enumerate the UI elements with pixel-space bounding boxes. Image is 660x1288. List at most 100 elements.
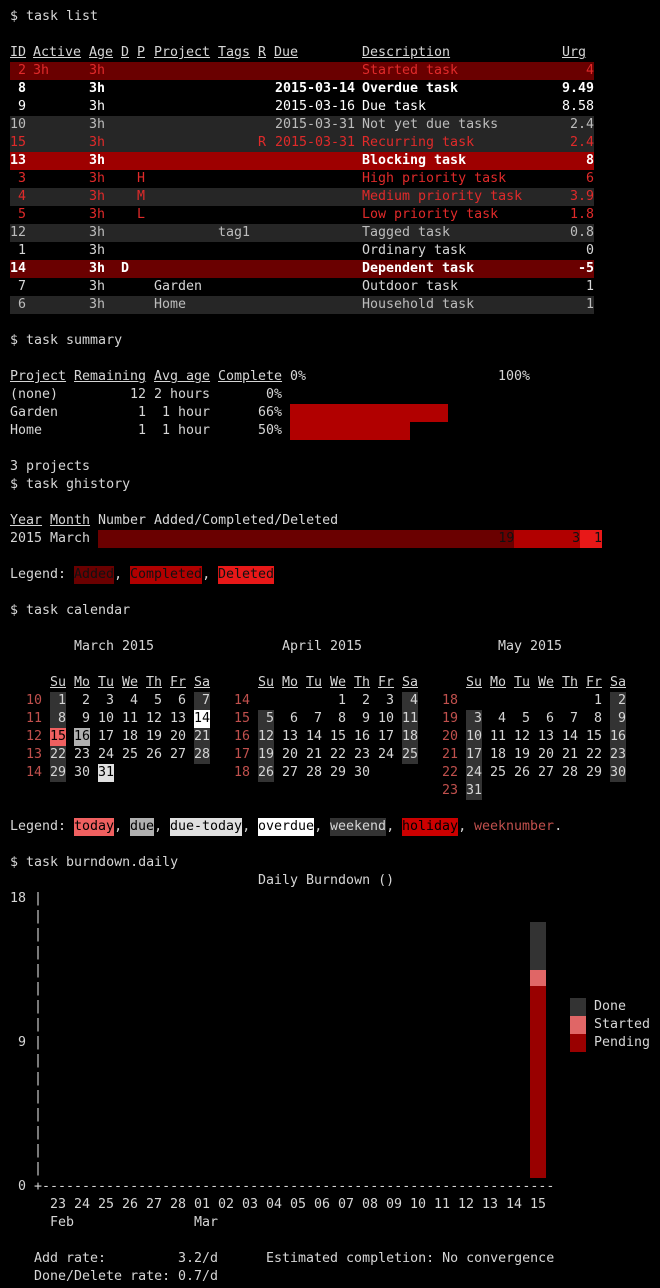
burndown-x-tick: 06: [314, 1197, 331, 1212]
burndown-legend-swatch-pending: [570, 1034, 586, 1052]
calendar-legend-holiday: holiday: [402, 818, 459, 836]
task-active: 3h: [33, 63, 50, 78]
list-header-tags: Tags: [218, 45, 251, 60]
list-header-r: R: [258, 45, 267, 60]
calendar-day: 23: [353, 747, 370, 762]
calendar-day: 9: [617, 711, 626, 726]
task-description: Ordinary task: [362, 243, 467, 258]
calendar-day: 22: [49, 747, 66, 762]
burndown-legend-done: Done: [594, 999, 627, 1014]
calendar-day: 3: [473, 711, 482, 726]
calendar-day-header: Th: [354, 675, 371, 690]
calendar-day: 12: [257, 729, 274, 744]
legend-separator: ,: [154, 819, 163, 834]
summary-remaining: 1: [137, 405, 146, 420]
calendar-day: 22: [329, 747, 346, 762]
task-urgency: 0: [585, 243, 594, 258]
calendar-legend-weekend: weekend: [330, 818, 387, 836]
burndown-y-tick: 0: [17, 1179, 26, 1194]
burndown-x-tick: 14: [506, 1197, 523, 1212]
task-urgency: 4: [585, 63, 594, 78]
summary-scale-100: 100%: [498, 369, 531, 384]
task-description: Dependent task: [362, 261, 475, 276]
calendar-week-number: 12: [25, 729, 42, 744]
task-id: 1: [17, 243, 26, 258]
burndown-x-tick: 23: [50, 1197, 67, 1212]
task-priority: H: [137, 171, 146, 186]
list-header-id: ID: [10, 45, 27, 60]
task-due: 2015-03-16: [274, 99, 355, 114]
calendar-day: 8: [57, 711, 66, 726]
legend-separator: .: [554, 819, 563, 834]
task-urgency: 2.4: [569, 135, 594, 150]
calendar-day: 6: [545, 711, 554, 726]
task-urgency: 1: [585, 297, 594, 312]
legend-separator: ,: [386, 819, 395, 834]
calendar-day: 16: [73, 729, 90, 744]
burndown-y-tick: 9: [17, 1035, 26, 1050]
calendar-day-header: Mo: [74, 675, 91, 690]
calendar-day-header: Tu: [98, 675, 115, 690]
calendar-day: 13: [537, 729, 554, 744]
burndown-x-tick: 26: [122, 1197, 139, 1212]
calendar-day: 14: [561, 729, 578, 744]
calendar-day-header: We: [538, 675, 555, 690]
calendar-day: 10: [97, 711, 114, 726]
calendar-week-number: 10: [25, 693, 42, 708]
list-header-active: Active: [33, 45, 82, 60]
task-id: 7: [17, 279, 26, 294]
task-urgency: 1.8: [569, 207, 594, 222]
ghistory-legend-label: Legend:: [10, 567, 67, 582]
calendar-day: 15: [49, 729, 66, 744]
task-urgency: 8.58: [561, 99, 594, 114]
calendar-day: 25: [401, 747, 418, 762]
burndown-x-tick: 15: [530, 1197, 547, 1212]
calendar-day: 30: [353, 765, 370, 780]
task-description: Blocking task: [362, 153, 467, 168]
calendar-day-header: Mo: [490, 675, 507, 690]
task-description: Due task: [362, 99, 427, 114]
task-description: Medium priority task: [362, 189, 523, 204]
burndown-x-tick: 25: [98, 1197, 115, 1212]
task-age: 3h: [89, 243, 106, 258]
task-age: 3h: [89, 279, 106, 294]
calendar-day: 28: [193, 747, 210, 762]
ghistory-legend-completed: Completed: [130, 566, 203, 584]
ghistory-month: March: [50, 531, 91, 546]
burndown-x-tick: 13: [482, 1197, 499, 1212]
summary-remaining: 1: [137, 423, 146, 438]
task-due: 2015-03-14: [274, 81, 355, 96]
calendar-day: 12: [513, 729, 530, 744]
summary-scale-0: 0%: [290, 369, 307, 384]
add-rate-label: Add rate:: [34, 1251, 107, 1266]
calendar-day-header: We: [330, 675, 347, 690]
task-age: 3h: [89, 135, 106, 150]
calendar-week-number: 14: [233, 693, 250, 708]
calendar-day: 26: [257, 765, 274, 780]
calendar-day: 15: [329, 729, 346, 744]
legend-separator: ,: [458, 819, 467, 834]
calendar-legend-due: due: [130, 818, 155, 836]
task-age: 3h: [89, 297, 106, 312]
task-recur: R: [258, 135, 267, 150]
calendar-day-header: Sa: [402, 675, 419, 690]
burndown-x-tick: 02: [218, 1197, 235, 1212]
list-header-d: D: [121, 45, 130, 60]
task-due: 2015-03-31: [274, 135, 355, 150]
task-depends: D: [121, 261, 130, 276]
calendar-day: 8: [593, 711, 602, 726]
burndown-y-axis: |: [34, 981, 43, 996]
legend-separator: ,: [114, 567, 123, 582]
calendar-week-number: 22: [441, 765, 458, 780]
calendar-day: 9: [81, 711, 90, 726]
task-project: Home: [154, 297, 187, 312]
calendar-week-number: 19: [441, 711, 458, 726]
calendar-day: 29: [329, 765, 346, 780]
calendar-legend-overdue: overdue: [258, 818, 315, 836]
calendar-day: 8: [337, 711, 346, 726]
summary-project: Home: [10, 423, 43, 438]
calendar-day: 21: [561, 747, 578, 762]
ghistory-completed-bar: [514, 530, 581, 548]
calendar-day-header: Su: [466, 675, 483, 690]
burndown-x-tick: 08: [362, 1197, 379, 1212]
